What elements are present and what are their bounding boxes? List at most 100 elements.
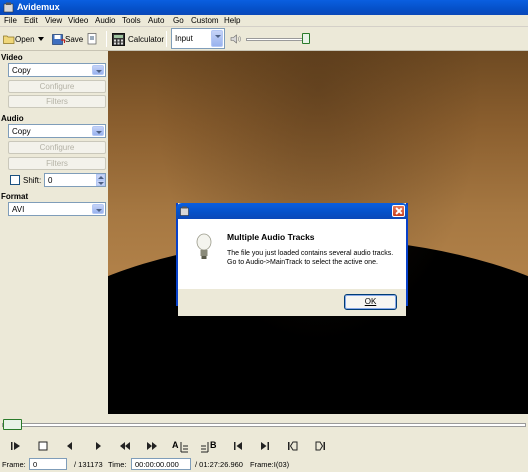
go-to-start-icon xyxy=(288,441,298,451)
chevron-down-icon xyxy=(38,37,44,41)
mark-a-button[interactable]: A xyxy=(172,439,190,453)
shift-value-spinner[interactable]: 0 xyxy=(44,173,106,187)
format-section-label: Format xyxy=(1,192,29,201)
mark-b-icon xyxy=(201,442,209,453)
open-label: Open xyxy=(15,34,35,44)
frame-type: Frame:I(03) xyxy=(250,460,290,469)
audio-section-label: Audio xyxy=(1,114,24,123)
rewind-button[interactable] xyxy=(118,439,132,453)
save-label: Save xyxy=(65,34,84,44)
next-keyframe-button[interactable] xyxy=(258,439,272,453)
dialog-heading: Multiple Audio Tracks xyxy=(227,232,315,242)
dialog-body: Multiple Audio Tracks The file you just … xyxy=(178,219,406,316)
calculator-icon xyxy=(112,32,125,46)
save-icon xyxy=(52,33,65,45)
frame-input[interactable]: 0 xyxy=(29,458,67,470)
menu-go[interactable]: Go xyxy=(173,16,184,25)
dialog-title-bar xyxy=(176,203,408,219)
toolbar-separator xyxy=(106,31,107,47)
volume-icon xyxy=(230,31,242,47)
total-frames: / 131173 xyxy=(74,460,103,469)
format-select[interactable]: AVI xyxy=(8,202,106,216)
status-bar: Frame: 0 / 131173 Time: 00:00:00.000 / 0… xyxy=(0,456,528,472)
avidemux-app-icon xyxy=(180,206,189,218)
input-source-value: Input xyxy=(175,34,193,43)
playback-controls: A B xyxy=(0,436,528,456)
calculator-button[interactable]: Calculator xyxy=(112,31,164,47)
menu-auto[interactable]: Auto xyxy=(148,16,164,25)
play-button[interactable] xyxy=(9,439,23,453)
previous-frame-icon xyxy=(67,442,72,450)
ok-button[interactable]: OK xyxy=(344,294,397,310)
calculator-label: Calculator xyxy=(128,34,165,44)
document-info-icon xyxy=(87,33,97,45)
menu-bar: File Edit View Video Audio Tools Auto Go… xyxy=(0,15,528,27)
menu-tools[interactable]: Tools xyxy=(122,16,141,25)
dialog-close-button[interactable] xyxy=(392,205,405,217)
menu-file[interactable]: File xyxy=(4,16,17,25)
chevron-down-icon xyxy=(92,65,104,75)
total-duration: / 01:27:26.960 xyxy=(195,460,243,469)
go-to-end-button[interactable] xyxy=(313,439,327,453)
chevron-down-icon xyxy=(92,204,104,214)
menu-audio[interactable]: Audio xyxy=(95,16,115,25)
multiple-audio-tracks-dialog: Multiple Audio Tracks The file you just … xyxy=(176,203,408,316)
next-frame-button[interactable] xyxy=(91,439,105,453)
time-value: 00:00:00.000 xyxy=(135,460,179,469)
dialog-message-line2: Go to Audio->MainTrack to select the act… xyxy=(227,259,378,266)
menu-help[interactable]: Help xyxy=(224,16,240,25)
previous-frame-button[interactable] xyxy=(63,439,77,453)
frame-label: Frame: xyxy=(2,460,26,469)
mark-a-icon xyxy=(180,442,188,453)
input-source-select[interactable]: Input xyxy=(171,28,225,49)
lightbulb-icon xyxy=(196,233,212,263)
audio-configure-button[interactable]: Configure xyxy=(8,141,106,154)
open-button[interactable]: Open xyxy=(3,31,35,47)
menu-edit[interactable]: Edit xyxy=(24,16,38,25)
format-value: AVI xyxy=(12,205,25,214)
audio-codec-select[interactable]: Copy xyxy=(8,124,106,138)
menu-custom[interactable]: Custom xyxy=(191,16,219,25)
shift-checkbox[interactable] xyxy=(10,175,20,185)
frame-value: 0 xyxy=(33,460,38,469)
dialog-footer: OK xyxy=(178,289,406,316)
seek-slider-thumb[interactable] xyxy=(3,419,22,430)
audio-codec-value: Copy xyxy=(12,127,31,136)
go-to-start-button[interactable] xyxy=(286,439,300,453)
save-button[interactable]: Save xyxy=(52,31,83,47)
video-filters-button[interactable]: Filters xyxy=(8,95,106,108)
stop-button[interactable] xyxy=(36,439,50,453)
audio-filters-button[interactable]: Filters xyxy=(8,157,106,170)
time-label: Time: xyxy=(108,460,127,469)
rewind-icon xyxy=(120,442,130,450)
time-input[interactable]: 00:00:00.000 xyxy=(131,458,191,470)
menu-video[interactable]: Video xyxy=(68,16,88,25)
video-codec-select[interactable]: Copy xyxy=(8,63,106,77)
seek-bar-area xyxy=(0,414,528,436)
fast-forward-button[interactable] xyxy=(145,439,159,453)
title-bar: Avidemux xyxy=(0,0,528,15)
next-keyframe-icon xyxy=(261,442,269,450)
seek-slider-track[interactable] xyxy=(2,423,526,427)
open-dropdown-arrow[interactable] xyxy=(38,31,44,47)
toolbar-separator-2 xyxy=(166,31,167,47)
next-frame-icon xyxy=(96,442,101,450)
ok-label: OK xyxy=(364,297,377,306)
menu-view[interactable]: View xyxy=(45,16,62,25)
spin-down-icon[interactable] xyxy=(96,180,105,186)
video-codec-value: Copy xyxy=(12,66,31,75)
video-configure-button[interactable]: Configure xyxy=(8,80,106,93)
mark-b-button[interactable]: B xyxy=(200,439,218,453)
properties-button[interactable] xyxy=(87,31,98,47)
chevron-down-icon xyxy=(211,30,223,47)
shift-label: Shift: xyxy=(23,176,42,185)
video-section-label: Video xyxy=(1,53,23,62)
previous-keyframe-icon xyxy=(234,442,242,450)
mark-b-label: B xyxy=(210,440,217,450)
avidemux-app-icon xyxy=(3,2,14,13)
volume-slider-thumb[interactable] xyxy=(302,33,310,44)
previous-keyframe-button[interactable] xyxy=(231,439,245,453)
folder-icon xyxy=(3,35,15,44)
mark-a-label: A xyxy=(172,440,179,450)
volume-slider-track[interactable] xyxy=(246,38,308,41)
